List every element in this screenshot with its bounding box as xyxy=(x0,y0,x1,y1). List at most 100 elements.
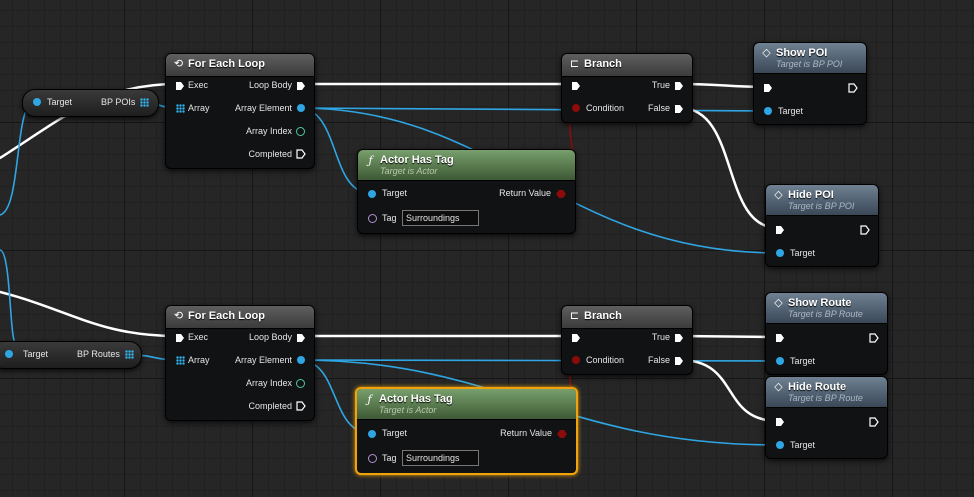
target-input-pin[interactable] xyxy=(368,430,376,438)
target-label: Target xyxy=(790,248,816,258)
branch-node-1[interactable]: ⊏ Branch Condition True False xyxy=(561,53,693,123)
false-output-pin[interactable] xyxy=(674,356,684,366)
exec-output-pin[interactable] xyxy=(860,225,870,235)
target-label: Target xyxy=(23,349,49,359)
target-input-pin[interactable] xyxy=(33,98,41,106)
array-icon[interactable] xyxy=(140,98,149,107)
completed-label: Completed xyxy=(248,149,292,159)
target-input-pin[interactable] xyxy=(776,357,784,365)
event-icon: ◇ xyxy=(774,381,783,393)
show-poi-node[interactable]: ◇ Show POI Target is BP POI Target xyxy=(753,42,867,125)
completed-output-pin[interactable] xyxy=(296,149,306,159)
loop-body-label: Loop Body xyxy=(248,80,292,90)
exec-output-pin[interactable] xyxy=(869,333,879,343)
variable-name: BP Routes xyxy=(77,349,120,359)
true-label: True xyxy=(651,80,670,90)
tag-value-field[interactable]: Surroundings xyxy=(402,210,479,226)
show-route-node[interactable]: ◇ Show Route Target is BP Route Target xyxy=(765,292,888,375)
array-input-pin[interactable] xyxy=(176,356,185,365)
exec-input-pin[interactable] xyxy=(571,81,581,91)
exec-label: Exec xyxy=(188,332,209,342)
wire-false-2 xyxy=(678,358,780,423)
loop-body-label: Loop Body xyxy=(248,332,292,342)
condition-label: Condition xyxy=(586,355,625,365)
function-icon: ƒ xyxy=(367,393,372,406)
exec-input-pin[interactable] xyxy=(571,333,581,343)
target-label: Target xyxy=(382,188,408,198)
node-header: ◇ Hide Route Target is BP Route xyxy=(766,377,887,408)
array-element-output-pin[interactable] xyxy=(297,356,305,364)
tag-value-field[interactable]: Surroundings xyxy=(402,450,479,466)
node-subtitle: Target is BP Route xyxy=(788,393,863,403)
node-title: Show POI xyxy=(776,47,828,59)
target-label: Target xyxy=(790,356,816,366)
completed-output-pin[interactable] xyxy=(296,401,306,411)
for-each-loop-node-1[interactable]: ⟲ For Each Loop Exec Array Loop Body Arr… xyxy=(165,53,315,169)
return-value-label: Return Value xyxy=(499,188,551,198)
target-input-pin[interactable] xyxy=(776,441,784,449)
exec-output-pin[interactable] xyxy=(848,83,858,93)
node-title: Hide Route xyxy=(788,381,847,393)
node-subtitle: Target is BP POI xyxy=(776,59,843,69)
node-title: Branch xyxy=(584,58,622,70)
false-label: False xyxy=(647,355,670,365)
branch-icon: ⊏ xyxy=(569,58,580,70)
exec-input-pin[interactable] xyxy=(175,333,185,343)
actor-has-tag-node-1[interactable]: ƒ Actor Has Tag Target is Actor Target R… xyxy=(357,149,576,234)
exec-input-pin[interactable] xyxy=(775,417,785,427)
condition-label: Condition xyxy=(586,103,625,113)
node-title: Branch xyxy=(584,310,622,322)
exec-label: Exec xyxy=(188,80,209,90)
exec-input-pin[interactable] xyxy=(775,333,785,343)
tag-input-pin[interactable] xyxy=(368,214,377,223)
branch-icon: ⊏ xyxy=(569,310,580,322)
hide-poi-node[interactable]: ◇ Hide POI Target is BP POI Target xyxy=(765,184,879,267)
completed-label: Completed xyxy=(248,401,292,411)
array-element-output-pin[interactable] xyxy=(297,104,305,112)
array-index-output-pin[interactable] xyxy=(296,127,305,136)
loop-body-output-pin[interactable] xyxy=(296,81,306,91)
node-title: Hide POI xyxy=(788,189,834,201)
array-icon[interactable] xyxy=(125,350,134,359)
target-input-pin[interactable] xyxy=(368,190,376,198)
branch-node-2[interactable]: ⊏ Branch Condition True False xyxy=(561,305,693,375)
exec-output-pin[interactable] xyxy=(869,417,879,427)
array-index-label: Array Index xyxy=(245,126,292,136)
return-value-output-pin[interactable] xyxy=(555,189,567,199)
wire-true-2 xyxy=(678,334,780,339)
return-value-output-pin[interactable] xyxy=(556,429,568,439)
loop-icon: ⟲ xyxy=(173,58,184,70)
condition-input-pin[interactable] xyxy=(572,104,580,112)
target-input-pin[interactable] xyxy=(776,249,784,257)
actor-has-tag-node-2[interactable]: ƒ Actor Has Tag Target is Actor Target R… xyxy=(355,387,578,475)
exec-input-pin[interactable] xyxy=(175,81,185,91)
node-header: ◇ Hide POI Target is BP POI xyxy=(766,185,878,216)
exec-input-pin[interactable] xyxy=(775,225,785,235)
true-output-pin[interactable] xyxy=(674,333,684,343)
node-subtitle: Target is Actor xyxy=(380,166,438,176)
false-label: False xyxy=(647,103,670,113)
wire-exec-incoming-2 xyxy=(0,290,178,338)
node-header: ◇ Show Route Target is BP Route xyxy=(766,293,887,324)
condition-input-pin[interactable] xyxy=(572,356,580,364)
node-title: Actor Has Tag xyxy=(380,154,454,166)
target-label: Target xyxy=(790,440,816,450)
return-value-label: Return Value xyxy=(500,428,552,438)
for-each-loop-node-2[interactable]: ⟲ For Each Loop Exec Array Loop Body Arr… xyxy=(165,305,315,421)
target-input-pin[interactable] xyxy=(5,350,13,358)
variable-node-bp-routes[interactable]: Target BP Routes xyxy=(0,341,142,369)
loop-body-output-pin[interactable] xyxy=(296,333,306,343)
exec-input-pin[interactable] xyxy=(763,83,773,93)
array-input-pin[interactable] xyxy=(176,104,185,113)
node-header: ◇ Show POI Target is BP POI xyxy=(754,43,866,74)
event-icon: ◇ xyxy=(774,297,783,309)
node-title: For Each Loop xyxy=(188,58,265,70)
tag-input-pin[interactable] xyxy=(368,454,377,463)
target-input-pin[interactable] xyxy=(764,107,772,115)
hide-route-node[interactable]: ◇ Hide Route Target is BP Route Target xyxy=(765,376,888,459)
true-output-pin[interactable] xyxy=(674,81,684,91)
variable-node-bp-pois[interactable]: Target BP POIs xyxy=(22,89,159,117)
node-header: ⟲ For Each Loop xyxy=(166,54,314,77)
array-index-output-pin[interactable] xyxy=(296,379,305,388)
false-output-pin[interactable] xyxy=(674,104,684,114)
